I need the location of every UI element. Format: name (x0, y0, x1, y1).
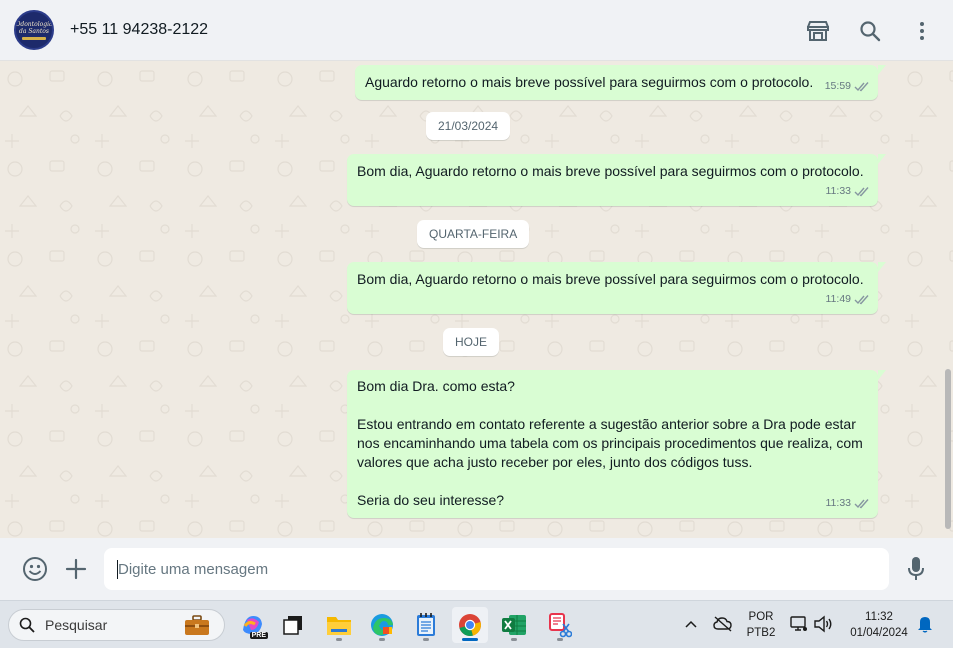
message-time: 11:33 (825, 185, 852, 197)
edge-icon (371, 614, 393, 636)
more-vertical-icon[interactable] (909, 18, 935, 44)
message-line: Seria do seu interesse? (357, 492, 505, 508)
network-icon[interactable] (788, 613, 810, 635)
date-separator: HOJE (443, 328, 500, 356)
running-indicator (336, 638, 342, 641)
running-indicator (511, 638, 517, 641)
message-time: 11:49 (825, 293, 852, 305)
bubble-tail (878, 65, 886, 75)
message-line: Bom dia Dra. como esta? (357, 378, 515, 394)
date-separator: 21/03/2024 (426, 112, 511, 140)
message-bubble[interactable]: Bom dia, Aguardo retorno o mais breve po… (347, 154, 886, 206)
plus-icon[interactable] (61, 538, 91, 600)
message-text: Bom dia, Aguardo retorno o mais breve po… (357, 163, 864, 179)
taskbar-search-label: Pesquisar (45, 617, 108, 633)
chat-header: Odontologia da Santos +55 11 94238-2122 (0, 0, 953, 61)
message-text: Bom dia, Aguardo retorno o mais breve po… (357, 271, 864, 287)
shop-icon[interactable] (805, 18, 831, 44)
clock-date: 01/04/2024 (850, 627, 908, 639)
composer-bar (0, 538, 953, 600)
message-time: 11:33 (825, 497, 852, 509)
onedrive-offline-icon[interactable] (712, 613, 734, 635)
search-icon (19, 617, 35, 633)
running-indicator (423, 638, 429, 641)
notepad-icon (417, 613, 435, 636)
language-label: POR (748, 611, 774, 623)
taskbar-app-copilot[interactable]: PRE (234, 607, 270, 643)
message-line (357, 396, 863, 415)
bubble-tail (878, 262, 886, 272)
system-clock[interactable]: 11:32 01/04/2024 (842, 609, 916, 641)
task-view-icon (283, 616, 302, 635)
message-line: nos encaminhando uma tabela com os princ… (357, 435, 863, 451)
active-indicator (462, 638, 478, 641)
search-icon[interactable] (857, 18, 883, 44)
running-indicator (557, 638, 563, 641)
date-separator: QUARTA-FEIRA (417, 220, 530, 248)
microphone-icon[interactable] (901, 538, 931, 600)
read-ticks-icon (854, 186, 869, 196)
taskbar-app-notepad[interactable] (408, 607, 444, 643)
avatar-logo-strip (22, 36, 46, 40)
taskbar-app-excel[interactable] (496, 607, 532, 643)
message-line: Estou entrando em contato referente a su… (357, 416, 856, 432)
bubble-tail (878, 154, 886, 164)
message-meta: 15:59 (825, 77, 870, 96)
excel-icon (502, 615, 526, 635)
clock-time: 11:32 (865, 611, 893, 623)
message-meta: 11:33 (826, 494, 871, 513)
message-bubble[interactable]: Aguardo retorno o mais breve possível pa… (355, 65, 886, 100)
volume-icon[interactable] (812, 613, 834, 635)
read-ticks-icon (854, 81, 869, 91)
avatar-logo-line2: da Santos (19, 27, 49, 35)
notification-bell-icon[interactable] (914, 613, 936, 635)
running-indicator (379, 638, 385, 641)
folder-icon (327, 617, 351, 635)
header-actions (805, 0, 935, 61)
message-bubble[interactable]: Bom dia, Aguardo retorno o mais breve po… (347, 262, 886, 314)
message-meta: 11:33 (826, 182, 871, 201)
show-hidden-icons-chevron-icon[interactable] (680, 613, 702, 635)
message-text: Aguardo retorno o mais breve possível pa… (365, 74, 814, 90)
contact-name[interactable]: +55 11 94238-2122 (70, 21, 208, 39)
message-list[interactable]: Aguardo retorno o mais breve possível pa… (0, 61, 953, 538)
text-caret (117, 560, 118, 579)
briefcase-icon (185, 615, 209, 635)
read-ticks-icon (854, 294, 869, 304)
message-input[interactable] (104, 548, 889, 590)
message-bubble[interactable]: Bom dia Dra. como esta? Estou entrando e… (347, 370, 886, 518)
taskbar-search[interactable]: Pesquisar (8, 609, 225, 641)
chrome-icon (459, 614, 481, 636)
bubble-tail (878, 370, 886, 380)
input-language-indicator[interactable]: POR PTB2 (744, 609, 778, 641)
message-text: Bom dia Dra. como esta? Estou entrando e… (357, 377, 863, 510)
snipping-tool-icon (549, 613, 572, 638)
os-taskbar: Pesquisar PRE POR PTB2 11:32 01/04/2024 (0, 600, 953, 648)
emoji-icon[interactable] (20, 538, 50, 600)
contact-avatar[interactable]: Odontologia da Santos (14, 10, 54, 50)
taskbar-app-snipping-tool[interactable] (542, 607, 578, 643)
taskbar-app-edge[interactable] (364, 607, 400, 643)
avatar-logo-line1: Odontologia (15, 20, 53, 28)
chat-scrollbar[interactable] (945, 369, 951, 529)
taskbar-app-task-view[interactable] (275, 607, 311, 643)
message-line (357, 472, 863, 491)
taskbar-app-chrome[interactable] (452, 607, 488, 643)
message-meta: 11:49 (826, 290, 871, 309)
copilot-pre-badge: PRE (249, 632, 268, 639)
taskbar-app-file-explorer[interactable] (321, 607, 357, 643)
read-ticks-icon (854, 498, 869, 508)
message-line: valores que acha justo receber por eles,… (357, 454, 753, 470)
keyboard-layout-label: PTB2 (746, 627, 776, 639)
message-time: 15:59 (824, 80, 851, 92)
